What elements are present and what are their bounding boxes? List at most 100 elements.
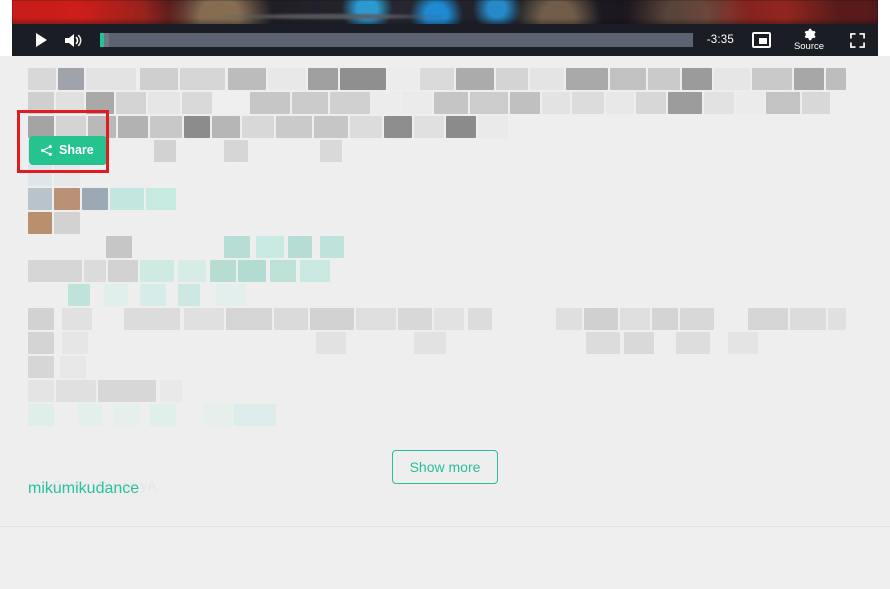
mosaic-block [680, 308, 714, 330]
mosaic-block [584, 308, 618, 330]
tag-link-mikumikudance[interactable]: mikumikudance [28, 480, 139, 498]
video-control-bar: -3:35 Source [12, 24, 878, 56]
mosaic-block [28, 404, 54, 426]
mosaic-block [28, 116, 54, 138]
mosaic-block [88, 116, 116, 138]
mosaic-block [150, 404, 176, 426]
picture-in-picture-button[interactable] [750, 24, 772, 56]
mosaic-block [320, 140, 342, 162]
mosaic-block [178, 284, 200, 306]
mosaic-block [682, 68, 712, 90]
mosaic-block [28, 188, 52, 210]
mosaic-block [510, 92, 540, 114]
mosaic-block [28, 356, 54, 378]
mosaic-block [108, 260, 138, 282]
mosaic-block [28, 212, 52, 234]
mosaic-block [794, 68, 824, 90]
share-button[interactable]: Share [29, 136, 107, 165]
mosaic-block [752, 68, 792, 90]
mosaic-block [82, 188, 108, 210]
share-action-row [0, 527, 890, 589]
mosaic-block [124, 308, 180, 330]
mosaic-block [86, 92, 114, 114]
mosaic-block [28, 380, 54, 402]
video-player[interactable]: -3:35 Source [12, 0, 878, 56]
mosaic-block [160, 380, 182, 402]
mosaic-block [620, 308, 650, 330]
mosaic-block [372, 92, 400, 114]
share-button-label: Share [59, 143, 94, 157]
mosaic-block [420, 68, 454, 90]
mosaic-block [28, 68, 56, 90]
mosaic-block [110, 188, 144, 210]
mosaic-block [154, 140, 176, 162]
mosaic-block [676, 332, 710, 354]
video-description-censored [28, 68, 846, 440]
mosaic-block [314, 116, 348, 138]
mosaic-block [184, 308, 224, 330]
mosaic-block [468, 308, 492, 330]
mosaic-block [214, 92, 248, 114]
mosaic-block [204, 404, 234, 426]
mosaic-block [668, 92, 702, 114]
mosaic-block [250, 92, 290, 114]
mosaic-block [398, 308, 432, 330]
page-body: /A : Cancel Di yao.yA Show more mikumiku… [0, 56, 890, 589]
mosaic-block [28, 260, 82, 282]
mosaic-block [728, 332, 758, 354]
mosaic-block [140, 260, 174, 282]
mosaic-block [826, 68, 846, 90]
mosaic-block [28, 164, 52, 186]
mosaic-block [566, 68, 608, 90]
expand-corners-icon [849, 32, 865, 48]
mosaic-block [216, 284, 246, 306]
mosaic-block [276, 116, 312, 138]
mosaic-block [242, 116, 274, 138]
show-more-button[interactable]: Show more [391, 450, 499, 484]
video-progress-bar[interactable] [100, 33, 693, 47]
mosaic-block [610, 68, 646, 90]
mosaic-block [182, 92, 212, 114]
mosaic-block [648, 68, 680, 90]
mosaic-block [288, 236, 312, 258]
show-more-row: Show more [0, 450, 890, 484]
mosaic-block [54, 188, 80, 210]
mosaic-block [586, 332, 620, 354]
mosaic-block [606, 92, 634, 114]
mosaic-block [292, 92, 328, 114]
volume-button[interactable] [62, 24, 86, 56]
mosaic-block [414, 116, 444, 138]
mosaic-block [28, 332, 54, 354]
mosaic-block [704, 92, 734, 114]
mosaic-block [530, 68, 564, 90]
mosaic-block [478, 116, 508, 138]
mosaic-block [456, 68, 494, 90]
fullscreen-button[interactable] [846, 24, 868, 56]
video-page: -3:35 Source /A: Cancel Di yao.yA Show … [0, 0, 890, 589]
mosaic-block [54, 212, 80, 234]
mosaic-block [224, 140, 248, 162]
mosaic-block [178, 260, 206, 282]
mosaic-block [148, 92, 180, 114]
mosaic-block [28, 308, 54, 330]
mosaic-block [414, 332, 446, 354]
mosaic-block [736, 92, 764, 114]
mosaic-block [234, 404, 276, 426]
mosaic-block [106, 236, 132, 258]
mosaic-block [446, 116, 476, 138]
mosaic-block [62, 332, 88, 354]
mosaic-block [350, 116, 382, 138]
mosaic-block [402, 92, 432, 114]
source-quality-button[interactable]: Source [786, 24, 832, 56]
mosaic-block [572, 92, 604, 114]
mosaic-block [228, 68, 266, 90]
source-label: Source [793, 41, 825, 52]
play-triangle-icon [36, 33, 47, 47]
mosaic-block [212, 116, 240, 138]
mosaic-block [300, 260, 330, 282]
mosaic-block [714, 68, 750, 90]
play-button[interactable] [30, 24, 52, 56]
mosaic-block [636, 92, 666, 114]
mosaic-block [98, 380, 156, 402]
mosaic-block [104, 284, 128, 306]
